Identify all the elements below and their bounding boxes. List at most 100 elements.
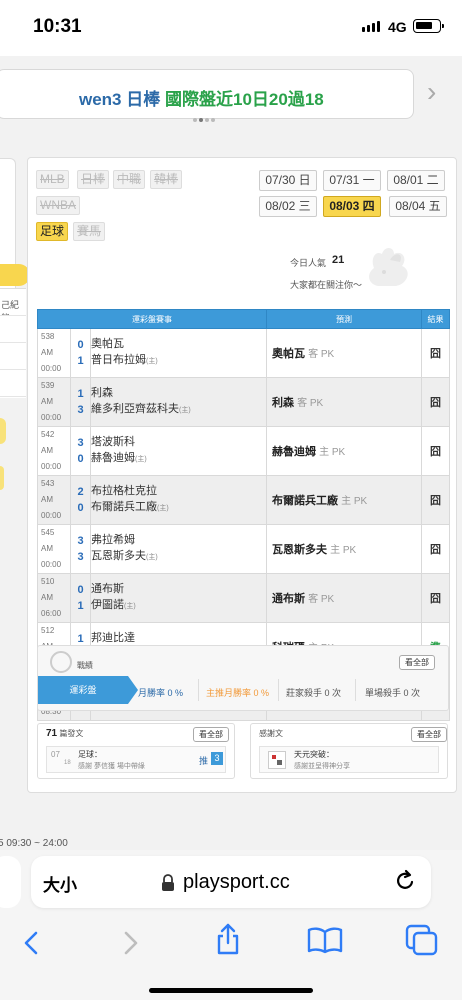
url-text[interactable]: playsport.cc [183, 871, 290, 894]
predicted-side: 客 PK [297, 398, 324, 409]
result-cell: 囧 [421, 377, 451, 427]
match-number: 538 [41, 332, 55, 341]
match-number: 539 [41, 381, 55, 390]
home-score: 1 [77, 600, 84, 612]
side-list-item[interactable]: 己紀錄 [0, 289, 26, 316]
date-0731[interactable]: 07/31 一 [323, 170, 381, 191]
match-row[interactable]: 542 AM 00:00 3 0 塔波斯科 赫魯迪姆(主) 赫魯迪姆 主 PK 囧 [37, 426, 451, 476]
match-row[interactable]: 543 AM 00:00 2 0 布拉格杜克拉 布爾諾兵工廠(主) 布爾諾兵工廠 主 PK 囧 [37, 475, 451, 525]
result-cell: 囧 [421, 524, 451, 574]
banner-text[interactable]: wen3 日棒 國際盤近10日20過18 [79, 85, 324, 110]
away-team: 塔波斯科 [91, 436, 135, 448]
side-badge [0, 466, 4, 490]
league-tab-soccer[interactable]: 足球 [36, 222, 69, 241]
stats-tab-sportslottery[interactable]: 運彩盤 [38, 676, 138, 704]
side-badge [0, 418, 6, 444]
avatar [268, 751, 286, 769]
match-info: 539 AM 00:00 [37, 377, 71, 427]
result-cell: 囧 [421, 328, 451, 378]
home-tag: (主) [179, 407, 191, 414]
away-score: 3 [77, 535, 84, 547]
predicted-team: 奧帕瓦 [272, 348, 306, 360]
bookmarks-icon[interactable] [307, 926, 343, 954]
match-scores: 33 [70, 524, 91, 574]
stats-panel: 戰績 看全部 運彩盤 月勝率 0 % 主推月勝率 0 % 莊家殺手 0 次 單場… [37, 645, 449, 711]
prediction-cell: 布爾諾兵工廠 主 PK [266, 475, 423, 525]
match-info: 538 AM 00:00 [37, 328, 71, 378]
side-list-item[interactable] [0, 343, 26, 370]
predicted-team: 赫魯迪姆 [272, 446, 317, 458]
thanks-item[interactable]: 天元突破： 感謝並呈得神分享 [259, 746, 439, 773]
prediction-cell: 通布斯 客 PK [266, 573, 423, 623]
league-tab-horse[interactable]: 賽馬 [73, 222, 106, 241]
date-0801[interactable]: 08/01 二 [387, 170, 445, 191]
post-item[interactable]: 07 18 足球： 感謝 夢信獲 場中帶綠 推 3 [46, 746, 226, 773]
date-0730[interactable]: 07/30 日 [259, 170, 317, 191]
away-score: 0 [77, 339, 84, 351]
post-date-day: 18 [64, 760, 71, 766]
league-tab-mlb[interactable]: MLB [36, 170, 69, 189]
text-size-button[interactable]: 大小 [43, 871, 77, 896]
side-list-item[interactable] [0, 316, 26, 343]
away-score: 2 [77, 486, 84, 498]
match-info: 510 AM 06:00 [37, 573, 71, 623]
league-tab-kbo[interactable]: 韓棒 [150, 170, 183, 189]
home-indicator [149, 988, 313, 993]
address-bar[interactable]: 大小 playsport.cc [31, 856, 431, 908]
home-team: 伊圖諾(主) [91, 599, 136, 611]
league-tab-wnba[interactable]: WNBA [36, 196, 80, 215]
stats-more-button[interactable]: 看全部 [399, 655, 435, 670]
date-0802[interactable]: 08/02 三 [259, 196, 317, 217]
side-list-item[interactable] [0, 370, 26, 397]
match-number: 510 [41, 577, 55, 586]
away-team: 布拉格杜克拉 [91, 485, 157, 497]
tabs-icon[interactable] [405, 924, 439, 956]
thanks-more-button[interactable]: 看全部 [411, 727, 447, 742]
network-type: 4G [388, 19, 407, 35]
home-team: 瓦恩斯多夫(主) [91, 550, 158, 562]
date-0803[interactable]: 08/03 四 [323, 196, 381, 217]
match-row[interactable]: 545 AM 00:00 3 3 弗拉希姆 瓦恩斯多夫(主) 瓦恩斯多夫 主 PK 囧 [37, 524, 451, 574]
match-teams: 弗拉希姆 瓦恩斯多夫(主) [89, 524, 268, 574]
chevron-right-icon[interactable]: › [427, 78, 436, 106]
lock-icon [162, 874, 174, 891]
match-row[interactable]: 539 AM 00:00 1 3 利森 維多利亞齊茲科夫(主) 利森 客 PK 囧 [37, 377, 451, 427]
posts-title: 篇發文 [59, 729, 84, 738]
side-tab-highlight[interactable] [0, 264, 30, 286]
post-date-month: 07 [51, 750, 60, 759]
away-team: 通布斯 [91, 583, 124, 595]
away-team: 奧帕瓦 [91, 338, 124, 350]
push-label: 推 [199, 756, 209, 766]
away-score: 1 [77, 388, 84, 400]
posts-more-button[interactable]: 看全部 [193, 727, 229, 742]
forward-icon[interactable] [120, 930, 140, 956]
back-icon[interactable] [22, 930, 42, 956]
match-number: 545 [41, 528, 55, 537]
result-cell: 囧 [421, 475, 451, 525]
match-scores: 13 [70, 377, 91, 427]
posts-panel: 71 篇發文 看全部 07 18 足球： 感謝 夢信獲 場中帶綠 推 3 [37, 723, 235, 779]
share-icon[interactable] [214, 922, 242, 956]
home-team: 布爾諾兵工廠(主) [91, 501, 169, 513]
reload-icon[interactable] [393, 868, 417, 894]
match-teams: 通布斯伊圖諾(主) [89, 573, 268, 623]
predicted-side: 主 PK [319, 447, 346, 458]
match-teams: 布拉格杜克拉 布爾諾兵工廠(主) [89, 475, 268, 525]
league-tab-cpbl[interactable]: 中職 [113, 170, 146, 189]
match-teams: 奧帕瓦 普日布拉姆(主) [89, 328, 268, 378]
date-0804[interactable]: 08/04 五 [389, 196, 447, 217]
league-tab-npb[interactable]: 日棒 [77, 170, 110, 189]
status-bar: 10:31 4G [0, 0, 462, 56]
away-team: 邦迪比達 [91, 632, 135, 644]
predicted-team: 瓦恩斯多夫 [272, 544, 328, 556]
match-row[interactable]: 538 AM 00:00 0 1 奧帕瓦 普日布拉姆(主) 奧帕瓦 客 PK 囧 [37, 328, 451, 378]
match-row[interactable]: 510 AM 06:00 0 1 通布斯 伊圖諾(主) 通布斯 客 PK 囧 [37, 573, 451, 623]
prediction-cell: 奧帕瓦 客 PK [266, 328, 423, 378]
signal-icon [362, 21, 380, 32]
popularity-count: 21 [332, 254, 345, 266]
home-team: 維多利亞齊茲科夫(主) [91, 403, 191, 415]
home-tag: (主) [157, 505, 169, 512]
match-number: 543 [41, 479, 55, 488]
previous-tab[interactable] [0, 856, 21, 908]
post-text: 感謝 夢信獲 場中帶綠 [78, 763, 145, 770]
